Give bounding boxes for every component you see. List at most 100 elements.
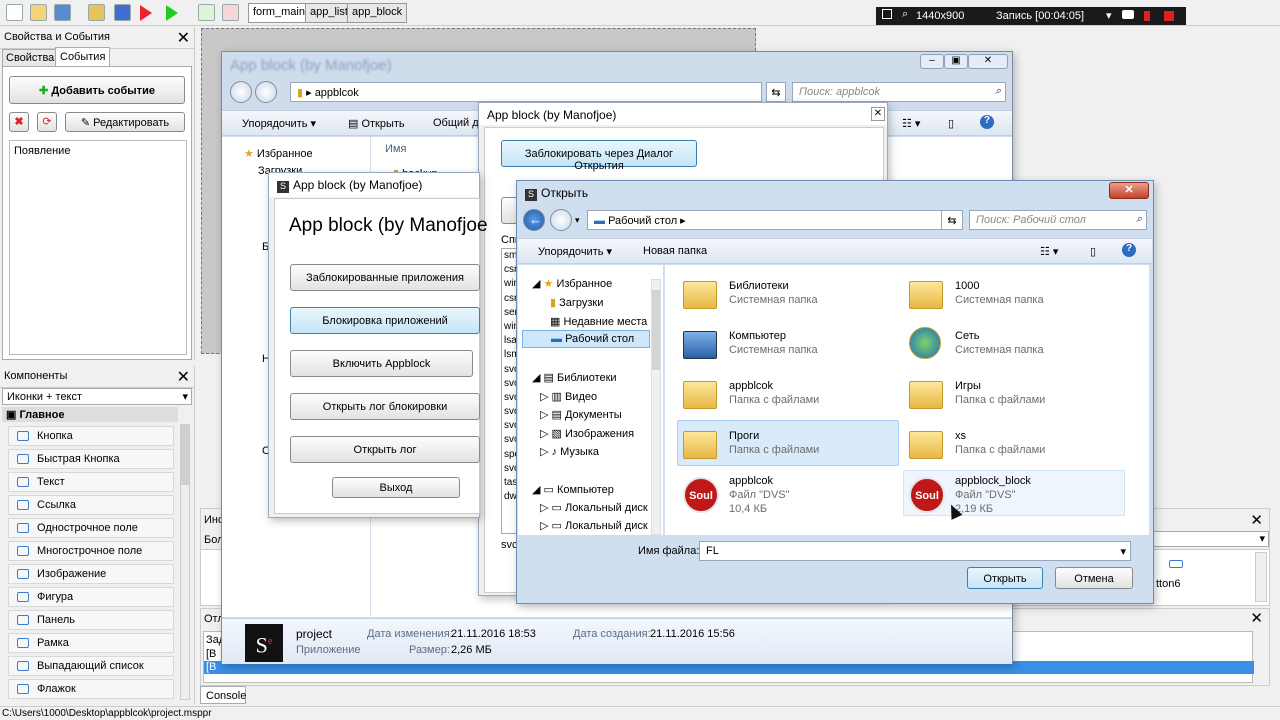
file-item[interactable]: Проги Папка с файлами [679,425,899,469]
file-item[interactable]: Soul appblock_block Файл "DVS" 2,19 КБ [905,475,1125,519]
file-item[interactable]: appblcok Папка с файлами [679,375,899,419]
cancel-button[interactable]: Отмена [1055,567,1133,589]
help-icon[interactable]: ? [980,115,994,129]
tree-favorites[interactable]: ◢ ★ Избранное [532,277,612,290]
tree-documents[interactable]: ▷ ▤ Документы [540,408,622,421]
file-item[interactable]: 1000 Системная папка [905,275,1125,319]
component-item[interactable]: Однострочное поле [8,518,174,538]
exit-button[interactable]: Выход [332,477,460,498]
add-event-button[interactable]: ✚ Добавить событие [9,76,185,104]
tree-music[interactable]: ▷ ♪ Музыка [540,445,599,458]
open-log-button[interactable]: Открыть лог [290,436,480,463]
open-button[interactable]: Открыть [967,567,1043,589]
close-icon[interactable]: ✕ [1250,609,1263,627]
component-item[interactable]: Флажок [8,679,174,699]
close-icon[interactable]: ✕ [1250,511,1263,529]
chevron-down-icon[interactable]: ▾ [1106,9,1112,22]
dialog-search-input[interactable]: Поиск: Рабочий стол ⌕ [969,210,1147,230]
app-blocking-button[interactable]: Блокировка приложений [290,307,480,334]
scrollbar-thumb[interactable] [181,425,189,485]
scrollbar-thumb[interactable] [652,290,660,370]
component-item[interactable]: Рамка [8,633,174,653]
delete-event-button[interactable]: ✖ [9,112,29,132]
tab-app-block[interactable]: app_block [347,3,408,23]
name-column-header[interactable]: Имя [385,143,406,155]
refresh-button[interactable]: ⇆ [941,210,963,230]
new-folder-button[interactable]: Новая папка [643,245,707,257]
stop-record-icon[interactable] [1164,11,1174,21]
close-icon[interactable]: ✕ [177,28,190,48]
event-item[interactable]: Появление [14,145,70,157]
help-icon[interactable]: ? [1122,243,1136,257]
chevron-down-icon[interactable]: ▾ [1120,545,1126,558]
forward-button[interactable] [255,81,277,103]
tab-properties[interactable]: Свойства [2,49,59,67]
back-button[interactable]: ← [523,209,545,231]
close-icon[interactable]: ✕ [177,367,190,387]
file-item[interactable]: Сеть Системная папка [905,325,1125,369]
components-view-select[interactable]: Иконки + текст ▾ [2,388,192,405]
open-menu[interactable]: ▤ Открыть [348,117,405,130]
component-item[interactable]: Кнопка [8,426,174,446]
filename-input[interactable]: FL ▾ [699,541,1131,561]
open-folder-icon[interactable] [30,4,47,21]
tree-recent[interactable]: ▦ Недавние места [550,315,647,328]
tab-console[interactable]: Console [200,686,246,704]
favorites-item[interactable]: ★ Избранное [244,147,313,160]
run-red-icon[interactable] [140,5,152,21]
tree-computer[interactable]: ◢ ▭ Компьютер [532,483,614,496]
view-icon[interactable]: ☷ ▾ [902,117,920,130]
scrollbar[interactable] [180,424,190,700]
organize-menu[interactable]: Упорядочить ▾ [538,245,612,258]
pause-icon[interactable] [1144,11,1150,21]
organize-menu[interactable]: Упорядочить ▾ [242,117,316,130]
window-icon[interactable] [882,9,892,19]
save-icon[interactable] [54,4,71,21]
component-item[interactable]: Панель [8,610,174,630]
tab-app-list[interactable]: app_list [305,3,353,23]
component-item[interactable]: Многострочное поле [8,541,174,561]
edit-icon[interactable] [88,4,105,21]
refresh-button[interactable]: ⇆ [766,82,786,102]
tab-events[interactable]: События [55,47,111,67]
remove-form-icon[interactable] [222,4,239,21]
edit-event-button[interactable]: ✎ Редактировать [65,112,185,132]
search-input[interactable]: Поиск: appblcok ⌕ [792,82,1006,102]
close-button[interactable]: ✕ [968,54,1008,69]
file-item[interactable]: Игры Папка с файлами [905,375,1125,419]
button6-label[interactable]: tton6 [1156,578,1180,590]
scrollbar[interactable] [1255,552,1267,602]
close-button[interactable]: ✕ [1109,182,1149,199]
component-item[interactable]: Ссылка [8,495,174,515]
tree-desktop[interactable]: ▬ Рабочий стол [522,330,650,348]
chevron-down-icon[interactable]: ▾ [575,215,580,226]
blocked-apps-button[interactable]: Заблокированные приложения [290,264,480,291]
tree-local-disk-1[interactable]: ▷ ▭ Локальный диск [540,501,648,514]
preview-pane-icon[interactable]: ▯ [948,117,954,130]
tree-libraries[interactable]: ◢ ▤ Библиотеки [532,371,617,384]
tab-form-main[interactable]: form_main [248,3,310,23]
file-item[interactable]: Компьютер Системная папка [679,325,899,369]
tree-local-disk-2[interactable]: ▷ ▭ Локальный диск [540,519,648,532]
block-via-dialog-button[interactable]: Заблокировать через Диалог Открытия [501,140,697,172]
file-item[interactable]: Библиотеки Системная папка [679,275,899,319]
address-bar[interactable]: ▮ ▸ appblcok [290,82,762,102]
nav-scrollbar[interactable] [651,279,661,535]
component-item[interactable]: Текст [8,472,174,492]
open-block-log-button[interactable]: Открыть лог блокировки [290,393,480,420]
inspector-select[interactable]: ▾ [1151,531,1269,547]
components-group[interactable]: ▣ Главное [2,407,178,422]
tree-images[interactable]: ▷ ▧ Изображения [540,427,634,440]
component-item[interactable]: Быстрая Кнопка [8,449,174,469]
new-file-icon[interactable] [6,4,23,21]
file-item[interactable]: xs Папка с файлами [905,425,1125,469]
refresh-event-button[interactable]: ⟳ [37,112,57,132]
forward-button[interactable] [550,209,572,231]
component-item[interactable]: Фигура [8,587,174,607]
tree-downloads[interactable]: ▮ Загрузки [550,296,603,309]
component-item[interactable]: Выпадающий список [8,656,174,676]
tree-video[interactable]: ▷ ▥ Видео [540,390,597,403]
maximize-button[interactable]: ▣ [944,54,968,69]
minimize-button[interactable]: ‒ [920,54,944,69]
run-green-icon[interactable] [166,5,178,21]
